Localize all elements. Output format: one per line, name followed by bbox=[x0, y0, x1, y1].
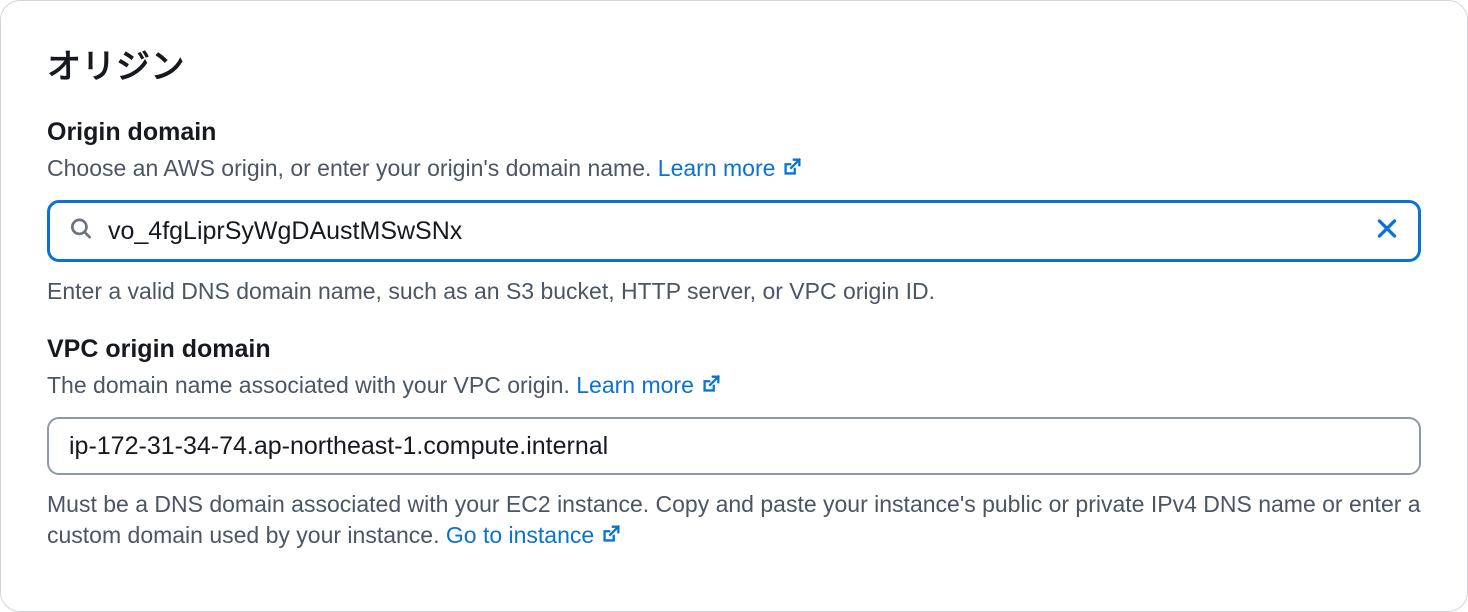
vpc-origin-input-wrap[interactable] bbox=[47, 417, 1421, 475]
learn-more-label: Learn more bbox=[658, 155, 776, 181]
learn-more-label: Learn more bbox=[576, 372, 694, 398]
origin-domain-input[interactable] bbox=[106, 216, 1362, 247]
vpc-origin-hint-text: The domain name associated with your VPC… bbox=[47, 372, 576, 398]
origin-domain-learn-more-link[interactable]: Learn more bbox=[658, 155, 804, 181]
origin-domain-input-wrap[interactable] bbox=[47, 200, 1421, 262]
search-icon bbox=[68, 216, 94, 247]
external-link-icon bbox=[700, 374, 722, 400]
vpc-origin-label: VPC origin domain bbox=[47, 335, 1421, 364]
vpc-origin-hint: The domain name associated with your VPC… bbox=[47, 370, 1421, 403]
vpc-origin-learn-more-link[interactable]: Learn more bbox=[576, 372, 722, 398]
external-link-icon bbox=[781, 157, 803, 183]
vpc-origin-field: VPC origin domain The domain name associ… bbox=[47, 335, 1421, 553]
origin-panel: オリジン Origin domain Choose an AWS origin,… bbox=[0, 0, 1468, 612]
origin-domain-hint: Choose an AWS origin, or enter your orig… bbox=[47, 153, 1421, 186]
external-link-icon bbox=[600, 524, 622, 550]
go-to-instance-link[interactable]: Go to instance bbox=[446, 522, 622, 548]
vpc-origin-input[interactable] bbox=[67, 431, 1401, 462]
origin-domain-footer: Enter a valid DNS domain name, such as a… bbox=[47, 276, 1421, 307]
vpc-origin-footer: Must be a DNS domain associated with you… bbox=[47, 489, 1421, 553]
origin-domain-label: Origin domain bbox=[47, 118, 1421, 147]
origin-domain-hint-text: Choose an AWS origin, or enter your orig… bbox=[47, 155, 658, 181]
go-to-instance-label: Go to instance bbox=[446, 522, 594, 548]
panel-title: オリジン bbox=[47, 39, 1421, 88]
vpc-origin-footer-text: Must be a DNS domain associated with you… bbox=[47, 491, 1421, 548]
clear-input-button[interactable] bbox=[1374, 216, 1400, 247]
origin-domain-field: Origin domain Choose an AWS origin, or e… bbox=[47, 118, 1421, 307]
